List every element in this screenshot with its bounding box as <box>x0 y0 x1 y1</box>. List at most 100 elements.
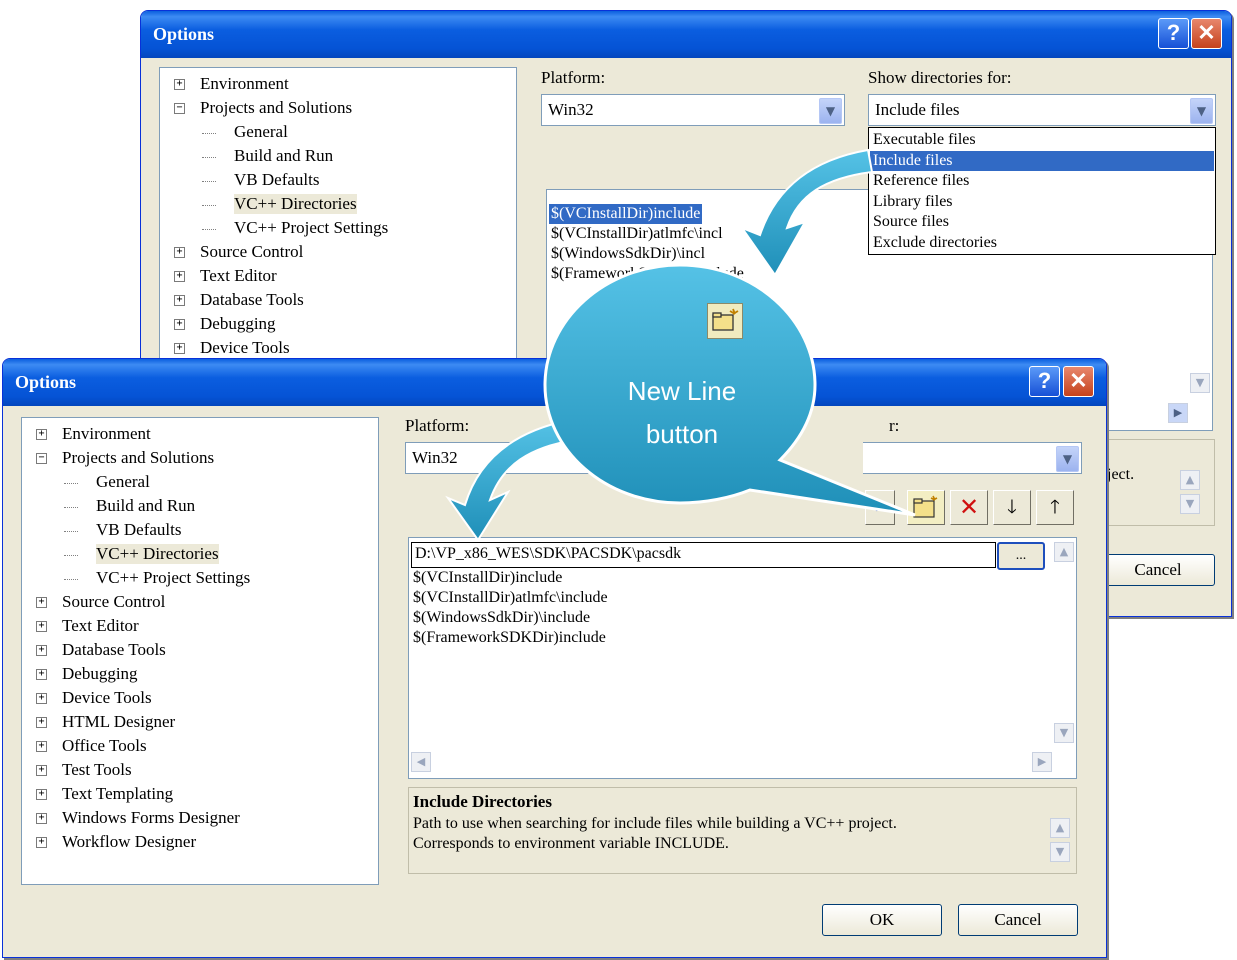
toolbar-partial-button[interactable]: ✓ <box>865 490 895 525</box>
front-directory-row[interactable]: $(VCInstallDir)atlmfc\include <box>413 588 608 608</box>
back-directory-row[interactable]: $(WindowsSdkDir)\incl <box>551 244 705 264</box>
back-tree-item[interactable]: Source Control <box>200 242 303 262</box>
expand-icon[interactable]: + <box>36 717 47 728</box>
move-up-button[interactable]: 🡑 <box>1036 490 1074 525</box>
expand-icon[interactable]: + <box>36 693 47 704</box>
back-tree-item[interactable]: Projects and Solutions <box>200 98 352 118</box>
front-tree-item[interactable]: Build and Run <box>96 496 195 516</box>
dropdown-option[interactable]: Source files <box>873 212 949 232</box>
delete-line-button[interactable]: ✕ <box>950 490 988 525</box>
dropdown-option[interactable]: Exclude directories <box>873 233 997 253</box>
front-help-button[interactable]: ? <box>1029 366 1060 397</box>
back-tree-item[interactable]: General <box>234 122 288 142</box>
expand-icon[interactable]: + <box>174 319 185 330</box>
back-tree-item[interactable]: Database Tools <box>200 290 304 310</box>
scroll-down-icon[interactable]: ▼ <box>1190 373 1210 393</box>
back-tree-item[interactable]: Build and Run <box>234 146 333 166</box>
back-tree-item[interactable]: Debugging <box>200 314 276 334</box>
front-tree-item[interactable]: HTML Designer <box>62 712 175 732</box>
front-show-dirs-combo[interactable]: ▼ <box>863 442 1082 474</box>
front-directory-row[interactable]: $(VCInstallDir)include <box>413 568 562 588</box>
back-close-button[interactable]: ✕ <box>1191 18 1222 49</box>
scroll-down-icon[interactable]: ▼ <box>1050 842 1070 862</box>
scroll-up-icon[interactable]: ▲ <box>1054 542 1074 562</box>
expand-icon[interactable]: + <box>36 621 47 632</box>
new-entry-input[interactable]: D:\VP_x86_WES\SDK\PACSDK\pacsdk <box>411 542 996 568</box>
front-tree-item[interactable]: Projects and Solutions <box>62 448 214 468</box>
front-tree-item[interactable]: Office Tools <box>62 736 147 756</box>
chevron-down-icon[interactable]: ▼ <box>1190 98 1213 124</box>
back-tree-item[interactable]: Device Tools <box>200 338 290 358</box>
chevron-down-icon[interactable]: ▼ <box>1056 446 1079 472</box>
front-platform-combo[interactable]: Win32 <box>405 442 607 474</box>
dropdown-option[interactable]: Reference files <box>873 171 969 191</box>
front-tree-item[interactable]: Environment <box>62 424 151 444</box>
back-directory-row[interactable]: $(VCInstallDir)atlmfc\incl <box>551 224 723 244</box>
back-tree-item[interactable]: Environment <box>200 74 289 94</box>
back-platform-combo[interactable]: Win32 ▼ <box>541 94 845 126</box>
expand-icon[interactable]: + <box>174 295 185 306</box>
expand-icon[interactable]: + <box>174 79 185 90</box>
expand-icon[interactable]: + <box>36 429 47 440</box>
expand-icon[interactable]: + <box>36 597 47 608</box>
new-line-button[interactable] <box>907 490 945 525</box>
browse-button[interactable]: ... <box>997 542 1045 570</box>
ok-button[interactable]: OK <box>822 904 942 936</box>
expand-icon[interactable]: + <box>36 741 47 752</box>
front-close-button[interactable]: ✕ <box>1063 366 1094 397</box>
front-tree-item[interactable]: VC++ Directories <box>96 544 219 564</box>
front-directory-row[interactable]: $(FrameworkSDKDir)include <box>413 628 606 648</box>
front-directory-row[interactable]: $(WindowsSdkDir)\include <box>413 608 590 628</box>
expand-icon[interactable]: + <box>174 247 185 258</box>
expand-icon[interactable]: + <box>174 343 185 354</box>
dropdown-option[interactable]: Executable files <box>873 130 976 150</box>
tree-line <box>64 555 78 556</box>
front-directory-list[interactable]: D:\VP_x86_WES\SDK\PACSDK\pacsdk ... $(VC… <box>408 537 1077 779</box>
back-show-dirs-combo[interactable]: Include files ▼ <box>868 94 1216 126</box>
collapse-icon[interactable]: − <box>174 103 185 114</box>
front-tree-item[interactable]: Text Editor <box>62 616 139 636</box>
back-directory-row[interactable]: $(VCInstallDir)include <box>549 204 703 224</box>
front-tree-item[interactable]: Text Templating <box>62 784 173 804</box>
front-tree-item[interactable]: Database Tools <box>62 640 166 660</box>
front-tree-item[interactable]: Windows Forms Designer <box>62 808 240 828</box>
front-tree-item[interactable]: VB Defaults <box>96 520 181 540</box>
expand-icon[interactable]: + <box>174 271 185 282</box>
scroll-right-icon[interactable]: ▶ <box>1032 752 1052 772</box>
back-cancel-button[interactable]: Cancel <box>1101 554 1215 586</box>
front-tree-item[interactable]: Source Control <box>62 592 165 612</box>
back-tree-item[interactable]: VC++ Directories <box>234 194 357 214</box>
dropdown-option[interactable]: Include files <box>870 150 1214 171</box>
expand-icon[interactable]: + <box>36 837 47 848</box>
expand-icon[interactable]: + <box>36 645 47 656</box>
expand-icon[interactable]: + <box>36 669 47 680</box>
front-tree-item[interactable]: General <box>96 472 150 492</box>
front-platform-value: Win32 <box>412 448 458 467</box>
dropdown-option[interactable]: Library files <box>873 192 953 212</box>
collapse-icon[interactable]: − <box>36 453 47 464</box>
front-tree-item[interactable]: VC++ Project Settings <box>96 568 250 588</box>
expand-icon[interactable]: + <box>36 765 47 776</box>
front-tree-item[interactable]: Test Tools <box>62 760 132 780</box>
scroll-right-icon[interactable]: ▶ <box>1168 403 1188 423</box>
back-help-button[interactable]: ? <box>1158 18 1189 49</box>
expand-icon[interactable]: + <box>36 813 47 824</box>
front-tree-item[interactable]: Debugging <box>62 664 138 684</box>
expand-icon[interactable]: + <box>36 789 47 800</box>
chevron-down-icon[interactable]: ▼ <box>819 98 842 124</box>
back-directory-row[interactable]: $(FrameworkSDKDir)include <box>551 264 744 284</box>
back-show-dirs-dropdown[interactable]: Executable files Include files Reference f… <box>868 127 1216 255</box>
back-tree-item[interactable]: Text Editor <box>200 266 277 286</box>
back-tree-item[interactable]: VC++ Project Settings <box>234 218 388 238</box>
move-down-button[interactable]: 🡓 <box>993 490 1031 525</box>
scroll-up-icon[interactable]: ▲ <box>1180 470 1200 490</box>
scroll-down-icon[interactable]: ▼ <box>1054 723 1074 743</box>
front-tree-item[interactable]: Device Tools <box>62 688 152 708</box>
back-tree-item[interactable]: VB Defaults <box>234 170 319 190</box>
back-title-bar: Options ? ✕ <box>141 11 1231 58</box>
scroll-down-icon[interactable]: ▼ <box>1180 494 1200 514</box>
scroll-left-icon[interactable]: ◀ <box>411 752 431 772</box>
front-tree-item[interactable]: Workflow Designer <box>62 832 196 852</box>
front-cancel-button[interactable]: Cancel <box>958 904 1078 936</box>
scroll-up-icon[interactable]: ▲ <box>1050 818 1070 838</box>
